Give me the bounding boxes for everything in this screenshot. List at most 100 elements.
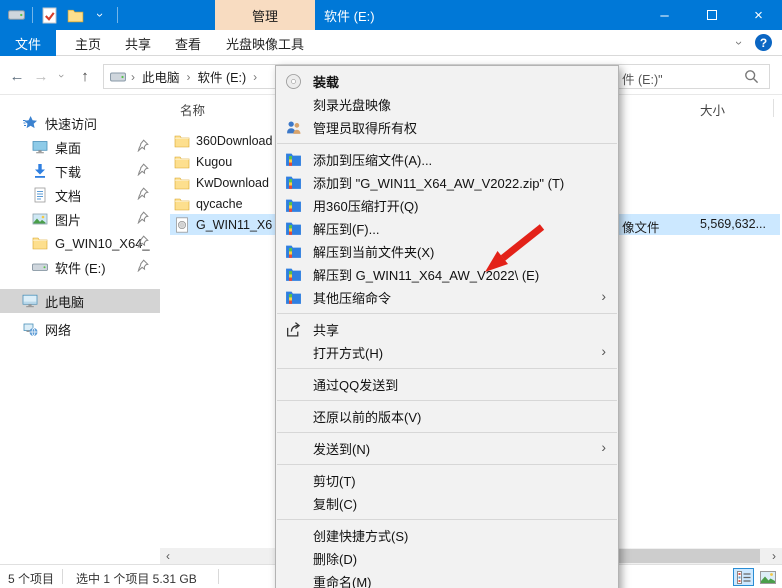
thumbnails-view-button[interactable]	[757, 568, 778, 586]
empty-icon-slot	[285, 408, 302, 425]
context-menu-item-cut[interactable]: 剪切(T)	[276, 469, 618, 492]
forward-icon[interactable]: →	[30, 66, 52, 86]
context-menu-item-rename[interactable]: 重命名(M)	[276, 570, 618, 588]
sidebar-item-this-pc[interactable]: 此电脑	[0, 289, 160, 313]
menu-item-label: 重命名(M)	[313, 572, 372, 588]
pin-icon	[136, 259, 150, 273]
context-menu-item-extract-to-folder[interactable]: 解压到 G_WIN11_X64_AW_V2022\ (E)	[276, 263, 618, 286]
context-menu-item-restore-previous-versions[interactable]: 还原以前的版本(V)	[276, 405, 618, 428]
context-menu-item-extract-files[interactable]: 解压到(F)...	[276, 217, 618, 240]
menu-separator	[277, 313, 617, 314]
search-icon[interactable]	[744, 69, 759, 84]
sidebar-item-pictures[interactable]: 图片	[0, 207, 160, 231]
empty-icon-slot	[285, 472, 302, 489]
menu-item-label: 剪切(T)	[313, 471, 356, 490]
expand-ribbon-chevron-icon[interactable]: ›	[732, 35, 748, 51]
empty-icon-slot	[285, 96, 302, 113]
context-menu-item-add-to-named-zip[interactable]: 添加到 "G_WIN11_X64_AW_V2022.zip" (T)	[276, 171, 618, 194]
menu-item-label: 通过QQ发送到	[313, 375, 398, 394]
help-icon[interactable]: ?	[755, 34, 772, 51]
location-drive-icon	[110, 71, 126, 83]
empty-icon-slot	[285, 344, 302, 361]
document-icon	[32, 187, 48, 203]
context-menu-item-create-shortcut[interactable]: 创建快捷方式(S)	[276, 524, 618, 547]
sidebar-item-desktop[interactable]: 桌面	[0, 135, 160, 159]
sidebar-item-quick-access[interactable]: 快速访问	[0, 111, 160, 135]
download-icon	[32, 163, 48, 179]
maximize-icon	[707, 10, 717, 20]
sidebar-item-label: 下载	[55, 162, 81, 181]
ribbon-tab-row: 文件 主页 共享 查看 光盘映像工具 › ?	[0, 30, 782, 56]
menu-separator	[277, 400, 617, 401]
details-view-button[interactable]	[733, 568, 754, 586]
breadcrumb-drive-e[interactable]: 软件 (E:)	[196, 67, 249, 86]
context-menu-item-other-compression-commands[interactable]: 其他压缩命令 ›	[276, 286, 618, 309]
context-menu-item-mount[interactable]: 装载	[276, 70, 618, 93]
customize-chevron-icon[interactable]: ›	[91, 5, 111, 25]
file-name: 360Download	[196, 134, 272, 148]
pin-icon	[136, 187, 150, 201]
sidebar-item-drive-e[interactable]: 软件 (E:)	[0, 255, 160, 279]
tab-home[interactable]: 主页	[62, 30, 114, 56]
sidebar-item-g-win10-folder[interactable]: G_WIN10_X64_	[0, 231, 160, 255]
contextual-tab-manage[interactable]: 管理	[215, 0, 315, 30]
minimize-button[interactable]: –	[641, 0, 688, 30]
sidebar-item-downloads[interactable]: 下载	[0, 159, 160, 183]
scroll-right-icon[interactable]: ›	[766, 548, 782, 564]
annotation-arrow	[470, 215, 560, 281]
up-icon[interactable]: ↑	[74, 66, 96, 86]
column-header-name[interactable]: 名称	[180, 100, 205, 119]
tab-share[interactable]: 共享	[112, 30, 164, 56]
explorer-window: › 管理 软件 (E:) – × 文件 主页 共享 查看 光盘映像工具 › ? …	[0, 0, 782, 588]
menu-item-label: 打开方式(H)	[313, 343, 383, 362]
context-menu-item-open-with-360zip[interactable]: 用360压缩打开(Q)	[276, 194, 618, 217]
column-header-size[interactable]: 大小	[700, 100, 725, 119]
sidebar-item-label: 软件 (E:)	[55, 258, 106, 277]
menu-separator	[277, 432, 617, 433]
navigation-pane: 快速访问桌面下载文档图片G_WIN10_X64_ 软件 (E:) 此电脑网络	[0, 95, 160, 548]
selection-summary: 选中 1 个项目 5.31 GB	[76, 570, 197, 587]
menu-item-label: 其他压缩命令	[313, 288, 391, 307]
back-icon[interactable]: ←	[6, 66, 28, 86]
maximize-button[interactable]	[688, 0, 735, 30]
breadcrumb-chevron-icon: ›	[253, 70, 257, 84]
properties-check-icon[interactable]	[39, 5, 59, 25]
column-divider[interactable]	[773, 99, 774, 117]
menu-separator	[277, 143, 617, 144]
disc-icon	[285, 73, 302, 90]
pin-icon	[136, 211, 150, 225]
context-menu-item-add-to-archive[interactable]: 添加到压缩文件(A)...	[276, 148, 618, 171]
context-menu-item-copy[interactable]: 复制(C)	[276, 492, 618, 515]
network-icon	[22, 321, 38, 337]
close-button[interactable]: ×	[735, 0, 782, 30]
drive-icon	[32, 259, 48, 275]
zip-icon	[285, 220, 302, 237]
recent-locations-chevron-icon[interactable]: ›	[51, 69, 71, 83]
sidebar-item-network[interactable]: 网络	[0, 317, 160, 341]
tab-view[interactable]: 查看	[162, 30, 214, 56]
menu-separator	[277, 464, 617, 465]
context-menu-item-share[interactable]: 共享	[276, 318, 618, 341]
context-menu-item-delete[interactable]: 删除(D)	[276, 547, 618, 570]
context-menu-item-take-ownership[interactable]: 管理员取得所有权	[276, 116, 618, 139]
context-menu-item-send-to[interactable]: 发送到(N)›	[276, 437, 618, 460]
context-menu-item-send-via-qq[interactable]: 通过QQ发送到	[276, 373, 618, 396]
menu-item-label: 装载	[313, 72, 339, 91]
empty-icon-slot	[285, 376, 302, 393]
new-folder-icon[interactable]	[65, 5, 85, 25]
tab-disc-image-tools[interactable]: 光盘映像工具	[215, 30, 315, 56]
scroll-left-icon[interactable]: ‹	[160, 548, 176, 564]
status-divider	[218, 569, 219, 584]
pin-icon	[136, 235, 150, 249]
submenu-chevron-icon: ›	[601, 288, 606, 304]
breadcrumb-this-pc[interactable]: 此电脑	[140, 67, 182, 86]
picture-icon	[32, 211, 48, 227]
context-menu-item-open-with[interactable]: 打开方式(H)›	[276, 341, 618, 364]
sidebar-item-label: 快速访问	[45, 114, 97, 133]
empty-icon-slot	[285, 527, 302, 544]
menu-item-label: 用360压缩打开(Q)	[313, 196, 418, 215]
context-menu-item-burn-disc-image[interactable]: 刻录光盘映像	[276, 93, 618, 116]
tab-file[interactable]: 文件	[0, 30, 56, 56]
sidebar-item-documents[interactable]: 文档	[0, 183, 160, 207]
context-menu-item-extract-here[interactable]: 解压到当前文件夹(X)	[276, 240, 618, 263]
